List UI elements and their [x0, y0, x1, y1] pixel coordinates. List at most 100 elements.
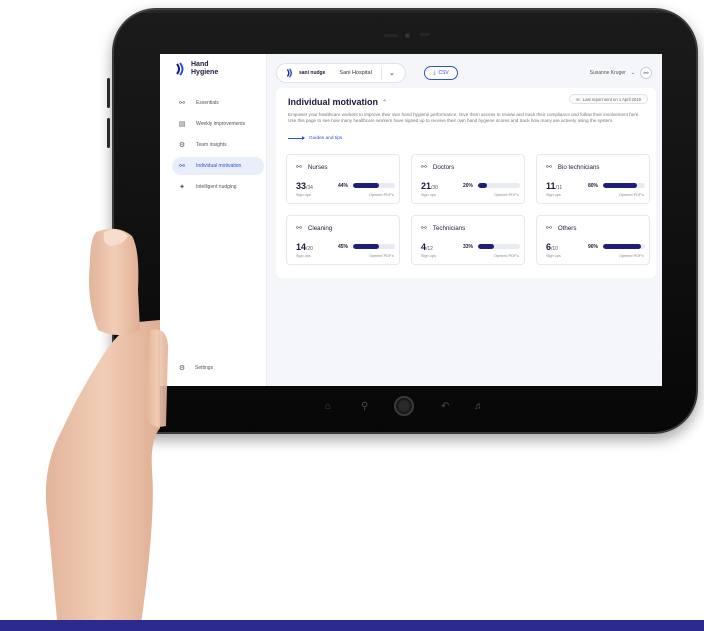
chevron-down-icon: ⌄ — [630, 70, 635, 76]
download-icon: ⤓ — [433, 70, 436, 76]
card-count: 33/34 — [296, 181, 313, 191]
csv-download-button[interactable]: ⤓ CSV — [424, 66, 458, 80]
volume-icon[interactable]: ♬ — [474, 401, 484, 412]
signups-label: Sign ups — [296, 193, 311, 197]
progress-fill — [603, 183, 637, 188]
progress-bar — [353, 244, 395, 249]
card-title: Doctors — [432, 163, 455, 171]
count-total: /20 — [306, 246, 313, 252]
progress-bar — [353, 183, 395, 188]
opened-label: Opened PDF's — [619, 254, 644, 258]
avatar-icon: ⚯ — [640, 67, 652, 79]
sidebar: Hand Hygiene ⚯ Essentials ▤ Weekly impro… — [160, 54, 267, 386]
home-button[interactable] — [394, 396, 414, 416]
signups-label: Sign ups — [546, 254, 561, 258]
sensor-slot — [420, 33, 430, 36]
user-name: Susanne Kruger — [589, 70, 626, 76]
progress-bar — [603, 244, 645, 249]
opened-percent: 44% — [338, 183, 349, 189]
role-card-cleaning[interactable]: ⚯ Cleaning 14/20 Sign ups 45% Opened PDF… — [286, 215, 400, 265]
opened-label: Opened PDF's — [494, 193, 519, 197]
search-icon[interactable]: ⚲ — [361, 401, 368, 412]
signups-label: Sign ups — [546, 193, 561, 197]
count-total: /11 — [555, 185, 563, 191]
progress-fill — [603, 244, 641, 249]
signups-label: Sign ups — [296, 254, 311, 258]
card-count: 11/11 — [546, 181, 562, 191]
chevron-down-icon[interactable]: ⌄ — [389, 69, 395, 77]
count-total: /30 — [431, 185, 438, 191]
organization-selector[interactable]: sani nudge Sani Hospital ⌄ — [276, 63, 406, 83]
signups-label: Sign ups — [421, 254, 436, 258]
camera-icon — [403, 31, 412, 40]
user-menu[interactable]: Susanne Kruger ⌄ ⚯ — [590, 67, 652, 79]
guides-label: Guides and tips — [309, 136, 343, 141]
opened-percent: 80% — [588, 183, 599, 189]
count-value: 11 — [546, 181, 556, 191]
brand[interactable]: Hand Hygiene — [175, 61, 218, 77]
card-title: Technicians — [432, 224, 466, 232]
person-icon: ⚯ — [296, 164, 302, 171]
card-title: Others — [557, 224, 577, 232]
opened-label: Opened PDF's — [369, 254, 394, 258]
role-card-technicians[interactable]: ⚯ Technicians 4/12 Sign ups 33% Opened P… — [411, 215, 525, 265]
opened-percent: 45% — [338, 244, 349, 250]
settings-label: Settings — [195, 365, 214, 371]
topbar: sani nudge Sani Hospital ⌄ ⤓ CSV Susanne… — [276, 63, 656, 83]
person-icon: ⚯ — [179, 163, 185, 170]
role-card-others[interactable]: ⚯ Others 6/10 Sign ups 90% Opened PDF's — [536, 215, 650, 265]
back-icon[interactable]: ↶ — [441, 401, 449, 412]
count-total: /34 — [306, 185, 313, 191]
main-panel: Individual motivation ⌃ ✉ Last report se… — [276, 88, 656, 278]
divider — [381, 67, 382, 80]
card-header: ⚯ Nurses — [296, 163, 328, 172]
opened-percent: 20% — [463, 183, 474, 189]
card-count: 6/10 — [546, 242, 558, 252]
tablet-side-button — [107, 78, 110, 108]
report-badge: ✉ Last report sent on 1 April 2019 — [569, 94, 648, 104]
brand-line2: Hygiene — [191, 69, 219, 76]
card-title: Nurses — [307, 163, 328, 171]
page-description: Empower your healthcare workers to impro… — [288, 112, 640, 124]
sidebar-item-essentials[interactable]: ⚯ Essentials — [172, 94, 264, 112]
team-icon: ⚯ — [421, 225, 427, 232]
sidebar-nav: ⚯ Essentials ▤ Weekly improvements ⚙ Tea… — [172, 94, 264, 199]
count-total: /10 — [551, 246, 558, 252]
brand-name: Hand Hygiene — [191, 61, 218, 77]
progress-fill — [353, 183, 380, 188]
opened-label: Opened PDF's — [619, 193, 644, 197]
progress-fill — [353, 244, 380, 249]
tablet-rim — [113, 9, 697, 13]
count-total: /12 — [426, 246, 433, 252]
bottom-band — [0, 620, 704, 631]
guides-link[interactable]: Guides and tips — [288, 136, 342, 141]
role-card-bio-technicians[interactable]: ⚯ Bio technicians 11/11 Sign ups 80% Ope… — [536, 154, 650, 204]
mail-icon: ✉ — [576, 96, 580, 102]
sidebar-item-label: Individual motivation — [196, 163, 242, 169]
card-header: ⚯ Bio technicians — [546, 163, 600, 172]
card-count: 14/20 — [296, 242, 313, 252]
sidebar-item-settings[interactable]: ⚙ Settings — [178, 364, 213, 372]
progress-bar — [478, 183, 520, 188]
brand-line1: Hand — [191, 61, 209, 68]
role-card-nurses[interactable]: ⚯ Nurses 33/34 Sign ups 44% Opened PDF's — [286, 154, 400, 204]
home-icon[interactable]: ⌂ — [325, 401, 331, 412]
gear-icon: ⚙ — [178, 365, 186, 372]
report-badge-text: Last report sent on 1 April 2019 — [582, 96, 641, 102]
count-value: 21 — [421, 181, 432, 191]
card-count: 21/30 — [421, 181, 438, 191]
team-icon: ⚯ — [546, 164, 552, 171]
page-title[interactable]: Individual motivation ⌃ — [288, 97, 387, 107]
sidebar-item-intelligent-nudging[interactable]: ✦ Intelligent nudging — [172, 178, 264, 196]
progress-fill — [478, 244, 494, 249]
sidebar-item-individual-motivation[interactable]: ⚯ Individual motivation — [172, 157, 264, 175]
sidebar-item-weekly-improvements[interactable]: ▤ Weekly improvements — [172, 115, 264, 133]
page-title-text: Individual motivation — [288, 97, 379, 107]
count-value: 33 — [296, 181, 307, 191]
opened-label: Opened PDF's — [369, 193, 394, 197]
org-name: Sani Hospital — [339, 70, 372, 76]
card-header: ⚯ Technicians — [421, 224, 466, 233]
sidebar-item-team-insights[interactable]: ⚙ Team insights — [172, 136, 264, 154]
tablet-side-button — [107, 118, 110, 148]
role-card-doctors[interactable]: ⚯ Doctors 21/30 Sign ups 20% Opened PDF'… — [411, 154, 525, 204]
